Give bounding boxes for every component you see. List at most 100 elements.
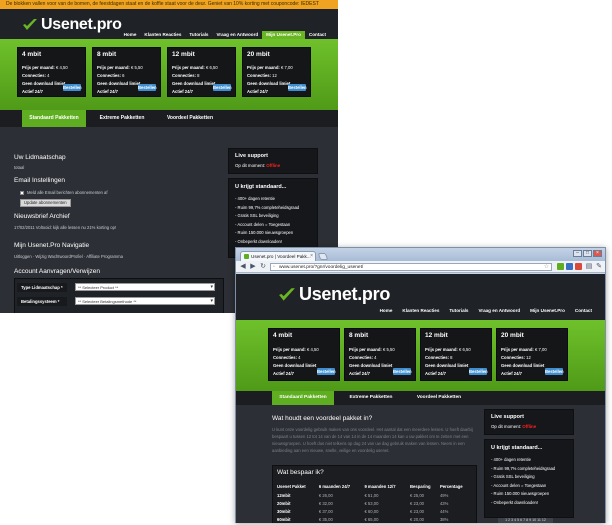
feature-item: - Onbeperkt downloaden! [491, 499, 539, 505]
tab-extreme-pakketten[interactable]: Extreme Pakketten [340, 391, 402, 405]
live-support-title: Live support [491, 414, 525, 420]
nav-klanten-reacties[interactable]: Klanten Reacties [140, 31, 185, 39]
tab-voordeel-pakketten[interactable]: Voordeel Pakketten [158, 110, 222, 127]
voordeel-page: Usenet.pro Home Klanten Reacties Tutoria… [236, 274, 605, 523]
plan-title: 20 mbit [501, 332, 524, 339]
tab-standaard-pakketten[interactable]: Standaard Pakketten [272, 391, 334, 405]
plans-band: 4 mbit Prijs per maand: € 4,50 Connecties:… [236, 320, 605, 391]
maximize-button[interactable]: □ [583, 250, 592, 257]
extension-red-icon[interactable] [575, 263, 582, 270]
plan-support: Actief 24/7 [97, 89, 118, 94]
plan-connections-label: Connecties: [425, 355, 449, 360]
plan-card: 12 mbit Prijs per maand: € 6,50 Connecties… [420, 328, 492, 381]
plan-price: € 6,50 [459, 347, 471, 352]
savings-cell: € 25,00 [410, 492, 425, 498]
extension-green-icon[interactable] [557, 263, 564, 270]
plan-limit: Geen download limiet [247, 81, 291, 86]
nav-klanten-reacties[interactable]: Klanten Reacties [397, 306, 444, 315]
navigation-links[interactable]: Uitloggen · Wijzig WachtwoordProfiel · A… [14, 254, 123, 259]
order-button[interactable]: Bestellen [213, 84, 232, 91]
forward-icon[interactable]: ▶ [249, 263, 257, 271]
savings-cell: € 26,00 [318, 492, 333, 498]
package-tabs: Standaard Pakketten Extreme Pakketten Vo… [0, 110, 338, 127]
nav-vraag-en-antwoord[interactable]: Vraag en Antwoord [473, 306, 525, 315]
tab-close-icon[interactable]: × [310, 252, 313, 261]
nav-tutorials[interactable]: Tutorials [185, 31, 212, 39]
nav-vraag-en-antwoord[interactable]: Vraag en Antwoord [212, 31, 262, 39]
site-logo[interactable]: Usenet.pro [278, 284, 390, 305]
nav-tutorials[interactable]: Tutorials [444, 306, 473, 315]
wrench-icon[interactable]: ✎ [595, 263, 603, 271]
savings-cell: € 23,00 [410, 508, 425, 514]
archive-item[interactable]: 17/02/2011 Voltooid: kijk alle lessen nu… [14, 225, 116, 230]
intro-heading: Wat houdt een voordeel pakket in? [272, 415, 373, 422]
page-menu-icon[interactable]: ▤ [585, 263, 593, 271]
new-tab-button[interactable] [317, 253, 329, 260]
plan-price-row: Prijs per maand: € 6,50 [425, 347, 471, 352]
live-support-title: Live support [235, 153, 269, 159]
type-lidmaatschap-select[interactable]: ** Selecteer Product ** [75, 283, 215, 291]
tab-extreme-pakketten[interactable]: Extreme Pakketten [90, 110, 154, 127]
plan-connections-label: Connecties: [97, 73, 121, 78]
order-button[interactable]: Bestellen [138, 84, 157, 91]
nav-mijn-usenet-pro[interactable]: Mijn Usenet.Pro [262, 31, 305, 39]
extension-blue-icon[interactable] [566, 263, 573, 270]
address-bar[interactable]: ▫ www.usenet.pro/?gnr/voordelig_usenet/ … [270, 263, 552, 271]
live-support-label: Op dit moment: [235, 163, 266, 168]
tab-voordeel-pakketten[interactable]: Voordeel Pakketten [408, 391, 470, 405]
savings-column-header: Percentage [439, 484, 463, 489]
standard-features-title: U krijgt standaard... [491, 445, 543, 451]
notice-bar: De blokken vallen voor van de bomen, de … [0, 0, 338, 9]
plan-price-row: Prijs per maand: € 5,50 [349, 347, 395, 352]
plan-connections-row: Connecties: 12 [247, 73, 277, 78]
plan-connections: 4 [298, 355, 301, 360]
betalingssysteem-select[interactable]: ** Selecteer Betalingsmethode ** [75, 297, 215, 305]
bookmark-star-icon[interactable]: ☆ [544, 264, 549, 271]
savings-cell: 49% [439, 492, 449, 498]
site-logo[interactable]: Usenet.pro [22, 16, 122, 34]
screenshot-root: De blokken vallen voor van de bomen, de … [0, 0, 612, 525]
table-row: 60mbit € 35,00 € 65,00 € 20,00 38% [277, 515, 473, 523]
live-support-box: Live support Op dit moment: Offline [228, 148, 318, 174]
order-button[interactable]: Bestellen [288, 84, 307, 91]
nav-home[interactable]: Home [375, 306, 398, 315]
site-header: Usenet.pro Home Klanten Reacties Tutoria… [0, 9, 338, 39]
intro-text: U kunt onze voordelig gebruik maken van … [272, 427, 473, 453]
unsubscribe-checkbox[interactable] [20, 191, 24, 195]
feature-item: - Ruim 150.000 nieuwsgroepen [491, 491, 550, 496]
favicon-icon [244, 254, 249, 259]
window-controls: – □ × [573, 250, 602, 257]
plans-band: 4 mbit Prijs per maand: € 4,50 Connecties:… [0, 39, 338, 110]
standard-features-box: U krijgt standaard... - 400+ dagen reten… [484, 439, 574, 518]
browser-tab-title: Usenet.pro | Voordeel Pakk... [251, 254, 311, 259]
order-button[interactable]: Bestellen [317, 368, 336, 375]
plan-connections: 4 [374, 355, 377, 360]
plan-connections-row: Connecties: 4 [22, 73, 49, 78]
close-button[interactable]: × [593, 250, 602, 257]
order-button[interactable]: Bestellen [393, 368, 412, 375]
back-icon[interactable]: ◀ [239, 263, 247, 271]
savings-cell: 43% [439, 500, 449, 506]
nav-home[interactable]: Home [120, 31, 141, 39]
tab-standaard-pakketten[interactable]: Standaard Pakketten [22, 110, 86, 127]
plan-price-row: Prijs per maand: € 4,50 [273, 347, 319, 352]
plan-title: 12 mbit [425, 332, 448, 339]
order-button[interactable]: Bestellen [63, 84, 82, 91]
plan-support: Actief 24/7 [22, 89, 43, 94]
savings-cell: € 51,00 [364, 492, 379, 498]
pagination-strip[interactable]: 1 2 3 4 5 6 7 8 9 10 11 12 [498, 518, 553, 523]
nav-mijn-usenet-pro[interactable]: Mijn Usenet.Pro [525, 306, 570, 315]
browser-tab[interactable]: Usenet.pro | Voordeel Pakk... × [240, 251, 316, 261]
minimize-button[interactable]: – [573, 250, 582, 257]
nav-contact[interactable]: Contact [305, 31, 330, 39]
update-subscriptions-button[interactable]: Update abonnementen [20, 199, 71, 207]
plan-card: 12 mbit Prijs per maand: € 6,50 Connecties… [167, 47, 236, 97]
reload-icon[interactable]: ↻ [259, 263, 267, 271]
plan-card: 4 mbit Prijs per maand: € 4,50 Connecties:… [17, 47, 86, 97]
order-button[interactable]: Bestellen [469, 368, 488, 375]
plan-connections-label: Connecties: [501, 355, 525, 360]
feature-item: - Ruim 99,7% completeheidsgraad [235, 204, 300, 210]
nav-contact[interactable]: Contact [570, 306, 597, 315]
order-button[interactable]: Bestellen [545, 368, 564, 375]
savings-cell: € 35,00 [318, 516, 333, 522]
